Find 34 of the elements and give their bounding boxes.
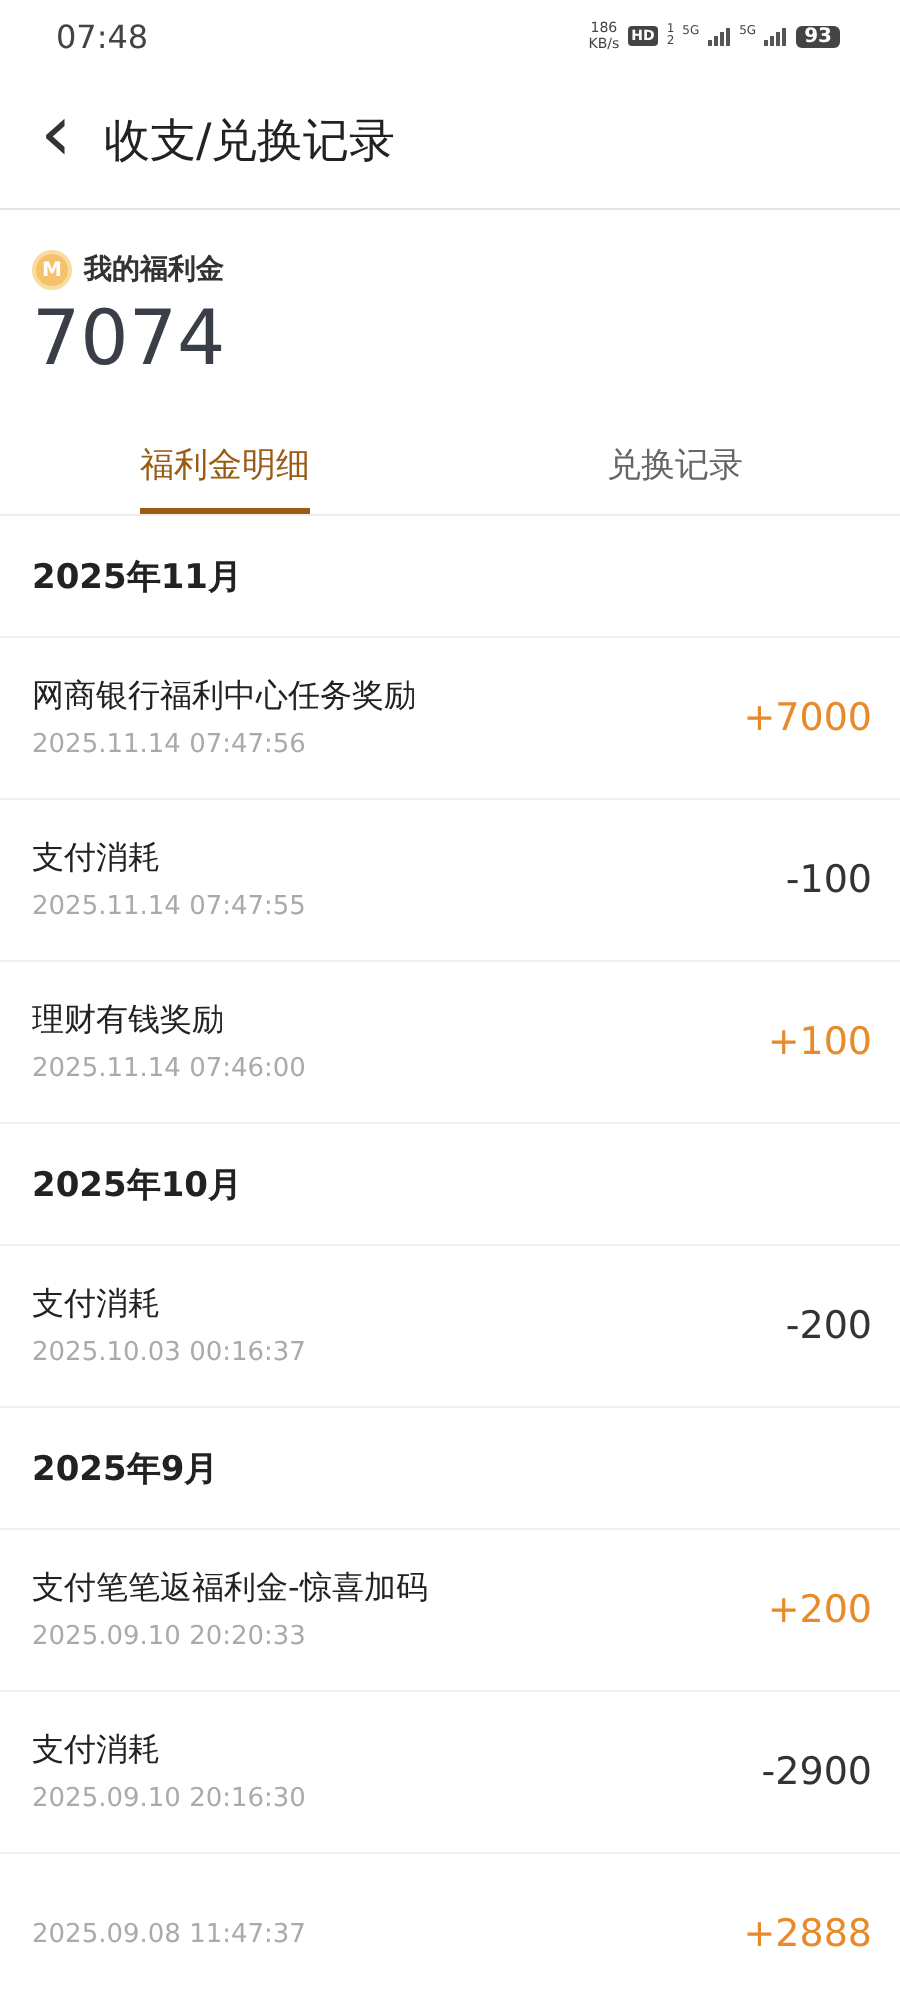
record-time: 2025.10.03 00:16:37 — [32, 1338, 306, 1368]
month-heading: 2025年10月 — [0, 1124, 900, 1246]
record-time: 2025.11.14 07:47:56 — [32, 730, 308, 760]
record-title: 支付消耗 — [32, 838, 162, 880]
coin-icon: M — [32, 250, 72, 290]
record-time: 2025.11.14 07:47:55 — [32, 892, 306, 922]
record-title: 支付笔笔返福利金-惊喜加码 — [32, 1568, 428, 1610]
signal-icon — [764, 27, 789, 45]
record-title: 支付消耗 — [32, 1730, 162, 1772]
balance-label: 我的福利金 — [84, 252, 224, 288]
record-amount: +7000 — [743, 696, 872, 740]
tab[interactable]: 兑换记录 — [607, 426, 743, 514]
month-heading: 2025年9月 — [0, 1408, 900, 1530]
record-title: 支付消耗 — [32, 1284, 162, 1326]
balance-amount: 7074 — [32, 294, 228, 382]
record-amount: -200 — [785, 1304, 872, 1348]
record-amount: +100 — [767, 1020, 872, 1064]
record-time: 2025.09.10 20:20:33 — [32, 1622, 308, 1652]
status-time: 07:48 — [56, 17, 149, 55]
record-time: 2025.11.14 07:46:00 — [32, 1054, 306, 1084]
record-time: 2025.09.10 20:16:30 — [32, 1784, 306, 1814]
record-amount: -100 — [785, 858, 872, 902]
tab[interactable]: 福利金明细 — [140, 426, 310, 514]
record-title: 网商银行福利中心任务奖励 — [32, 676, 416, 718]
month-heading: 2025年11月 — [0, 516, 900, 638]
back-button[interactable]: ‹ — [32, 94, 80, 186]
record-amount: -2900 — [761, 1750, 872, 1794]
record-title: 理财有钱奖励 — [32, 1000, 226, 1042]
record-time: 2025.09.08 11:47:37 — [32, 1919, 306, 1949]
page-title: 收支/兑换记录 — [104, 113, 396, 171]
battery-level: 93 — [796, 25, 840, 47]
signal-icon — [707, 27, 732, 45]
record-amount: +200 — [767, 1588, 872, 1632]
record-amount: +2888 — [743, 1912, 872, 1956]
